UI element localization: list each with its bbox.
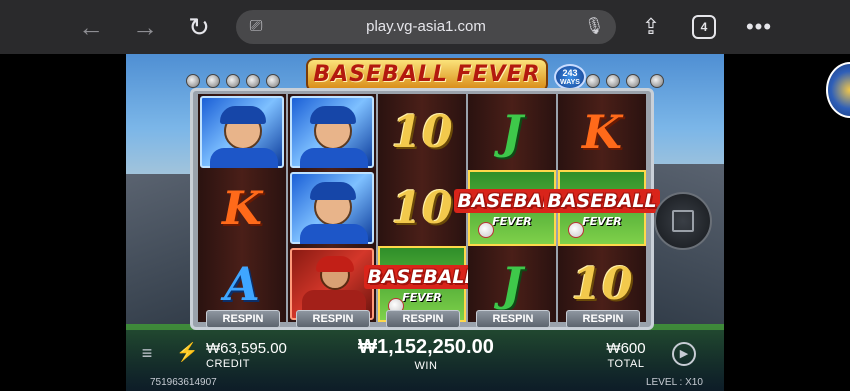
menu-icon[interactable]: ≡: [138, 344, 156, 362]
autoplay-icon[interactable]: ▶: [672, 342, 696, 366]
share-icon[interactable]: ⇪: [636, 12, 666, 42]
pitcher-symbol: [290, 172, 374, 244]
forward-arrow-icon[interactable]: →: [130, 12, 160, 42]
symbol-cell: J: [468, 94, 556, 170]
respin-button-reel-3[interactable]: RESPIN: [386, 310, 460, 328]
game-logo: BASEBALL FEVER: [306, 58, 548, 92]
respin-button-reel-4[interactable]: RESPIN: [476, 310, 550, 328]
respin-button-reel-5[interactable]: RESPIN: [566, 310, 640, 328]
wild-subword: FEVER: [582, 214, 622, 228]
symbol-cell: BASEBALL FEVER: [454, 170, 570, 246]
more-options-icon[interactable]: •••: [744, 12, 774, 42]
frame-bolt-icon: [650, 74, 664, 88]
baseball-fever-wild-symbol: BASEBALL FEVER: [454, 170, 570, 246]
reel-4: J BASEBALL FEVER J: [454, 94, 570, 322]
win-value: ₩1,152,250.00: [358, 336, 494, 358]
symbol-cell: 10: [378, 170, 466, 246]
symbol-cell: [198, 94, 286, 170]
url-text: play.vg-asia1.com: [366, 18, 486, 35]
address-bar[interactable]: ⎚ play.vg-asia1.com 🎙: [236, 10, 616, 44]
respin-button-reel-2[interactable]: RESPIN: [296, 310, 370, 328]
credit-value: ₩63,595.00: [206, 340, 287, 357]
j-symbol: J: [501, 105, 523, 159]
ten-symbol: 10: [391, 106, 453, 158]
reel-1: K A: [198, 94, 286, 322]
k-symbol: K: [222, 181, 262, 235]
catcher-helmet-icon: [316, 256, 354, 272]
baseball-icon: [568, 222, 584, 238]
reel-5: K BASEBALL FEVER 10: [544, 94, 660, 322]
game-info-bar: ≡ ⚡ ₩63,595.00 CREDIT ₩1,152,250.00 WIN …: [126, 330, 724, 391]
credit-label: CREDIT: [206, 358, 250, 370]
player-jersey-icon: [300, 224, 368, 244]
pitcher-symbol: [290, 96, 374, 168]
j-symbol: J: [501, 257, 523, 311]
respin-button-reel-1[interactable]: RESPIN: [206, 310, 280, 328]
ways-number: 243: [562, 68, 578, 78]
frame-bolt-icon: [226, 74, 240, 88]
ten-symbol: 10: [391, 182, 453, 234]
player-jersey-icon: [210, 148, 278, 168]
floating-app-badge-icon[interactable]: [826, 62, 850, 118]
frame-bolt-icon: [606, 74, 620, 88]
symbol-cell: [288, 170, 376, 246]
back-arrow-icon[interactable]: ←: [76, 12, 106, 42]
pitcher-symbol: [200, 96, 284, 168]
win-label: WIN: [414, 360, 438, 372]
player-cap-icon: [310, 106, 356, 124]
turbo-lightning-icon[interactable]: ⚡: [176, 342, 198, 362]
symbol-cell: K: [198, 170, 286, 246]
frame-bolt-icon: [586, 74, 600, 88]
stop-icon: [672, 210, 694, 232]
frame-bolt-icon: [626, 74, 640, 88]
baseball-icon: [478, 222, 494, 238]
symbol-cell: 10: [378, 94, 466, 170]
slot-game-canvas: BASEBALL FEVER 243 WAYS K A 10 10 BASEBA…: [126, 54, 724, 391]
ways-badge: 243 WAYS: [554, 64, 586, 90]
wild-word: BASEBALL: [364, 264, 480, 289]
total-bet-value[interactable]: ₩600: [596, 340, 656, 357]
player-cap-icon: [220, 106, 266, 124]
frame-bolt-icon: [186, 74, 200, 88]
reload-icon[interactable]: ↻: [184, 12, 214, 42]
tabs-button[interactable]: 4: [692, 15, 716, 39]
session-id: 751963614907: [150, 377, 217, 388]
a-symbol: A: [224, 257, 260, 311]
reel-2: [288, 94, 376, 322]
k-symbol: K: [582, 105, 622, 159]
symbol-cell: K: [558, 94, 646, 170]
player-cap-icon: [310, 182, 356, 200]
baseball-fever-wild-symbol: BASEBALL FEVER: [544, 170, 660, 246]
spin-stop-button[interactable]: [654, 192, 712, 250]
microphone-icon[interactable]: 🎙: [584, 17, 604, 37]
reels-grid: K A 10 10 BASEBALL FEVER J BASEBALL FEVE…: [198, 94, 660, 322]
wild-subword: FEVER: [492, 214, 532, 228]
symbol-cell: BASEBALL FEVER: [544, 170, 660, 246]
wild-word: BASEBALL: [544, 188, 660, 213]
ways-label: WAYS: [560, 79, 580, 86]
ten-symbol: 10: [571, 258, 633, 310]
level-indicator: LEVEL : X10: [646, 377, 703, 388]
total-bet-label: TOTAL: [607, 358, 645, 370]
wild-subword: FEVER: [402, 290, 442, 304]
browser-toolbar: ← → ↻ ⎚ play.vg-asia1.com 🎙 ⇪ 4 •••: [0, 0, 850, 54]
reel-3: 10 10 BASEBALL FEVER: [364, 94, 480, 322]
frame-bolt-icon: [206, 74, 220, 88]
frame-bolt-icon: [266, 74, 280, 88]
symbol-cell: [288, 94, 376, 170]
player-jersey-icon: [300, 148, 368, 168]
frame-bolt-icon: [246, 74, 260, 88]
